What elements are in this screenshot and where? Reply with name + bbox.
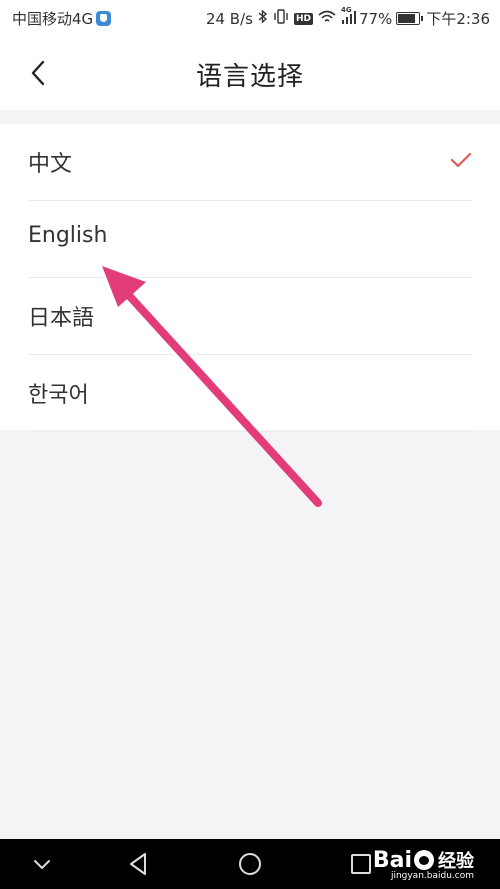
circle-home-icon bbox=[239, 853, 261, 875]
nav-collapse-button[interactable] bbox=[26, 849, 58, 879]
watermark-brand-right: 经验 bbox=[438, 851, 474, 872]
language-option-korean[interactable]: 한국어 bbox=[28, 355, 472, 432]
system-nav-bar: Bai 经验 jingyan.baidu.com bbox=[0, 839, 500, 889]
cell-signal-icon: 4G bbox=[341, 6, 357, 28]
network-speed: 24 B/s bbox=[205, 9, 253, 28]
clock: 下午2:36 bbox=[426, 10, 490, 28]
hd-badge: HD bbox=[293, 12, 313, 25]
watermark-brand: Bai 经验 bbox=[373, 847, 474, 873]
chevron-down-icon bbox=[34, 860, 50, 870]
status-bar: 中国移动4G 24 B/s HD 4G 77% 下午2:36 bbox=[0, 0, 500, 36]
language-label: 日本語 bbox=[28, 306, 95, 331]
paw-logo-icon bbox=[414, 850, 434, 870]
battery-percent: 77% bbox=[358, 9, 393, 28]
signal-type-label: 4G bbox=[340, 5, 352, 14]
vibrate-icon bbox=[273, 9, 289, 28]
language-list: 中文 English 日本語 한국어 bbox=[0, 124, 500, 432]
language-option-english[interactable]: English bbox=[28, 201, 472, 278]
watermark-url: jingyan.baidu.com bbox=[390, 871, 474, 881]
checkmark-icon bbox=[450, 152, 472, 168]
baidu-jingyan-watermark: Bai 经验 jingyan.baidu.com bbox=[373, 847, 474, 882]
status-right: 24 B/s HD 4G 77% 下午2:36 bbox=[205, 6, 490, 29]
language-label: English bbox=[28, 223, 108, 248]
security-shield-icon bbox=[96, 11, 112, 26]
app-header: 语言选择 bbox=[0, 36, 500, 110]
language-label: 한국어 bbox=[28, 383, 89, 408]
watermark-brand-left: Bai bbox=[372, 847, 412, 873]
nav-back-button[interactable] bbox=[123, 849, 155, 879]
page-title: 语言选择 bbox=[195, 62, 304, 92]
nav-home-button[interactable] bbox=[234, 849, 266, 879]
wifi-icon bbox=[318, 10, 336, 28]
language-label: 中文 bbox=[28, 152, 73, 177]
triangle-back-icon bbox=[130, 853, 146, 875]
battery-icon bbox=[396, 12, 424, 25]
bluetooth-icon bbox=[258, 9, 268, 28]
language-option-chinese[interactable]: 中文 bbox=[28, 124, 472, 201]
carrier-label: 中国移动4G bbox=[12, 10, 94, 28]
language-option-japanese[interactable]: 日本語 bbox=[28, 278, 472, 355]
status-left: 中国移动4G bbox=[12, 8, 112, 29]
